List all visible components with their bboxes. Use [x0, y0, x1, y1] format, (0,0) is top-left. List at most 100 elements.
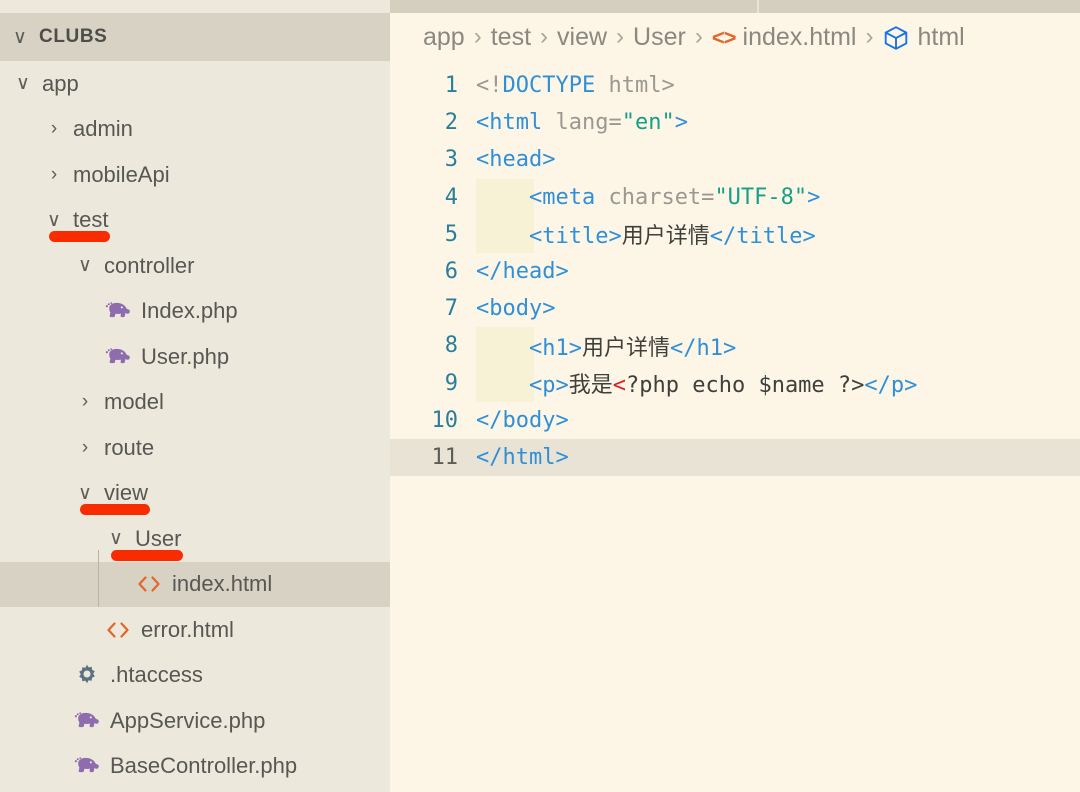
- code-line[interactable]: 11</html>: [390, 439, 1080, 476]
- code-line[interactable]: 5 <title>用户详情</title>: [390, 216, 1080, 253]
- breadcrumb-item-app[interactable]: app: [423, 23, 465, 52]
- breadcrumb-separator-icon: ›: [695, 23, 703, 51]
- line-text: <p>我是<?php echo $name ?></p>: [476, 367, 1080, 399]
- tree-item-app[interactable]: ∨ app: [0, 61, 390, 107]
- tree-item-label: User: [135, 528, 181, 550]
- breadcrumb-label: html: [917, 23, 964, 52]
- php-elephant-icon: [105, 344, 131, 370]
- line-text: <h1>用户详情</h1>: [476, 330, 1080, 362]
- code-line[interactable]: 10</body>: [390, 402, 1080, 439]
- breadcrumb-item-index-html[interactable]: <>index.html: [712, 23, 857, 52]
- code-editor-pane: app›test›view›User›<>index.html›html 1<!…: [390, 13, 1080, 792]
- line-text: </head>: [476, 259, 1080, 284]
- line-text: </html>: [476, 445, 1080, 470]
- tree-item-label: route: [104, 437, 154, 459]
- tree-item-label: model: [104, 391, 164, 413]
- line-number: 2: [390, 110, 476, 135]
- line-number: 10: [390, 408, 476, 433]
- top-strip-right: [390, 0, 1080, 13]
- php-elephant-icon: [74, 753, 100, 779]
- code-line[interactable]: 2<html lang="en">: [390, 104, 1080, 141]
- line-number: 8: [390, 333, 476, 358]
- tree-item-user-php[interactable]: User.php: [0, 334, 390, 380]
- breadcrumb-item-user[interactable]: User: [633, 23, 686, 52]
- breadcrumb-item-html[interactable]: html: [882, 23, 964, 52]
- line-number: 1: [390, 73, 476, 98]
- code-line[interactable]: 1<!DOCTYPE html>: [390, 67, 1080, 104]
- chevron-down-icon: ∨: [12, 28, 28, 47]
- chevron-down-icon: ∨: [74, 482, 96, 505]
- code-line[interactable]: 3<head>: [390, 141, 1080, 178]
- marker-user: [111, 550, 183, 561]
- line-text: </body>: [476, 408, 1080, 433]
- tree-item-label: BaseController.php: [110, 755, 297, 777]
- line-number: 9: [390, 371, 476, 396]
- line-number: 11: [390, 445, 476, 470]
- cube-symbol-icon: [882, 24, 910, 52]
- code-line[interactable]: 6</head>: [390, 253, 1080, 290]
- tree-item-index-php[interactable]: Index.php: [0, 289, 390, 335]
- top-strip-left: [0, 0, 390, 13]
- top-strip-seam: [757, 0, 759, 13]
- tree-item-label: view: [104, 482, 148, 504]
- breadcrumb-separator-icon: ›: [865, 23, 873, 51]
- tree-item-view[interactable]: ∨ view: [0, 471, 390, 517]
- gear-icon: [74, 662, 100, 688]
- chevron-right-icon: ›: [74, 437, 96, 459]
- tree-item-controller[interactable]: ∨controller: [0, 243, 390, 289]
- tree-item-user[interactable]: ∨ User: [0, 516, 390, 562]
- tree-item-mobileapi[interactable]: › mobileApi: [0, 152, 390, 198]
- line-text: <title>用户详情</title>: [476, 218, 1080, 250]
- tree-item-index-html[interactable]: index.html: [0, 562, 390, 608]
- breadcrumb-label: User: [633, 23, 686, 52]
- html-code-icon: [136, 571, 162, 597]
- line-number: 6: [390, 259, 476, 284]
- line-text: <meta charset="UTF-8">: [476, 185, 1080, 210]
- tree-item-label: mobileApi: [73, 164, 170, 186]
- code-line[interactable]: 4 <meta charset="UTF-8">: [390, 179, 1080, 216]
- breadcrumb-separator-icon: ›: [474, 23, 482, 51]
- tree-item-label: index.html: [172, 573, 272, 595]
- code-line[interactable]: 7<body>: [390, 290, 1080, 327]
- breadcrumb-label: index.html: [743, 23, 857, 52]
- file-tree: ∨ app › admin › mobileApi ∨ test ∨controller Inde…: [0, 61, 390, 789]
- chevron-down-icon: ∨: [12, 72, 34, 95]
- explorer-section-title: CLUBS: [39, 26, 107, 48]
- chevron-down-icon: ∨: [43, 209, 65, 232]
- window-top-strip: [0, 0, 1080, 13]
- tree-item-htaccess[interactable]: .htaccess: [0, 653, 390, 699]
- file-explorer-sidebar: ∨ CLUBS ∨ app › admin › mobileApi ∨ test ∨contro…: [0, 13, 390, 792]
- tree-item-error-html[interactable]: error.html: [0, 607, 390, 653]
- tree-item-route[interactable]: › route: [0, 425, 390, 471]
- tree-item-label: .htaccess: [110, 664, 203, 686]
- tree-item-model[interactable]: › model: [0, 380, 390, 426]
- tree-item-label: Index.php: [141, 300, 238, 322]
- code-content[interactable]: 1<!DOCTYPE html>2<html lang="en">3<head>…: [390, 61, 1080, 476]
- breadcrumb-item-test[interactable]: test: [491, 23, 531, 52]
- chevron-right-icon: ›: [43, 164, 65, 186]
- chevron-down-icon: ∨: [105, 527, 127, 550]
- chevron-right-icon: ›: [74, 391, 96, 413]
- chevron-right-icon: ›: [43, 118, 65, 140]
- chevron-down-icon: ∨: [74, 254, 96, 277]
- code-line[interactable]: 8 <h1>用户详情</h1>: [390, 327, 1080, 364]
- tree-item-label: test: [73, 209, 108, 231]
- breadcrumb-label: view: [557, 23, 607, 52]
- tree-item-label: app: [42, 73, 79, 95]
- breadcrumb[interactable]: app›test›view›User›<>index.html›html: [390, 13, 1080, 61]
- breadcrumb-item-view[interactable]: view: [557, 23, 607, 52]
- line-number: 5: [390, 222, 476, 247]
- code-line[interactable]: 9 <p>我是<?php echo $name ?></p>: [390, 365, 1080, 402]
- tree-item-appservice-php[interactable]: AppService.php: [0, 698, 390, 744]
- tree-item-admin[interactable]: › admin: [0, 107, 390, 153]
- breadcrumb-separator-icon: ›: [616, 23, 624, 51]
- explorer-section-header[interactable]: ∨ CLUBS: [0, 13, 390, 61]
- line-text: <body>: [476, 296, 1080, 321]
- tree-item-label: admin: [73, 118, 133, 140]
- tree-item-label: User.php: [141, 346, 229, 368]
- breadcrumb-label: app: [423, 23, 465, 52]
- tree-item-basecontroller-php[interactable]: BaseController.php: [0, 744, 390, 790]
- marker-test: [49, 231, 110, 242]
- php-elephant-icon: [105, 298, 131, 324]
- breadcrumb-label: test: [491, 23, 531, 52]
